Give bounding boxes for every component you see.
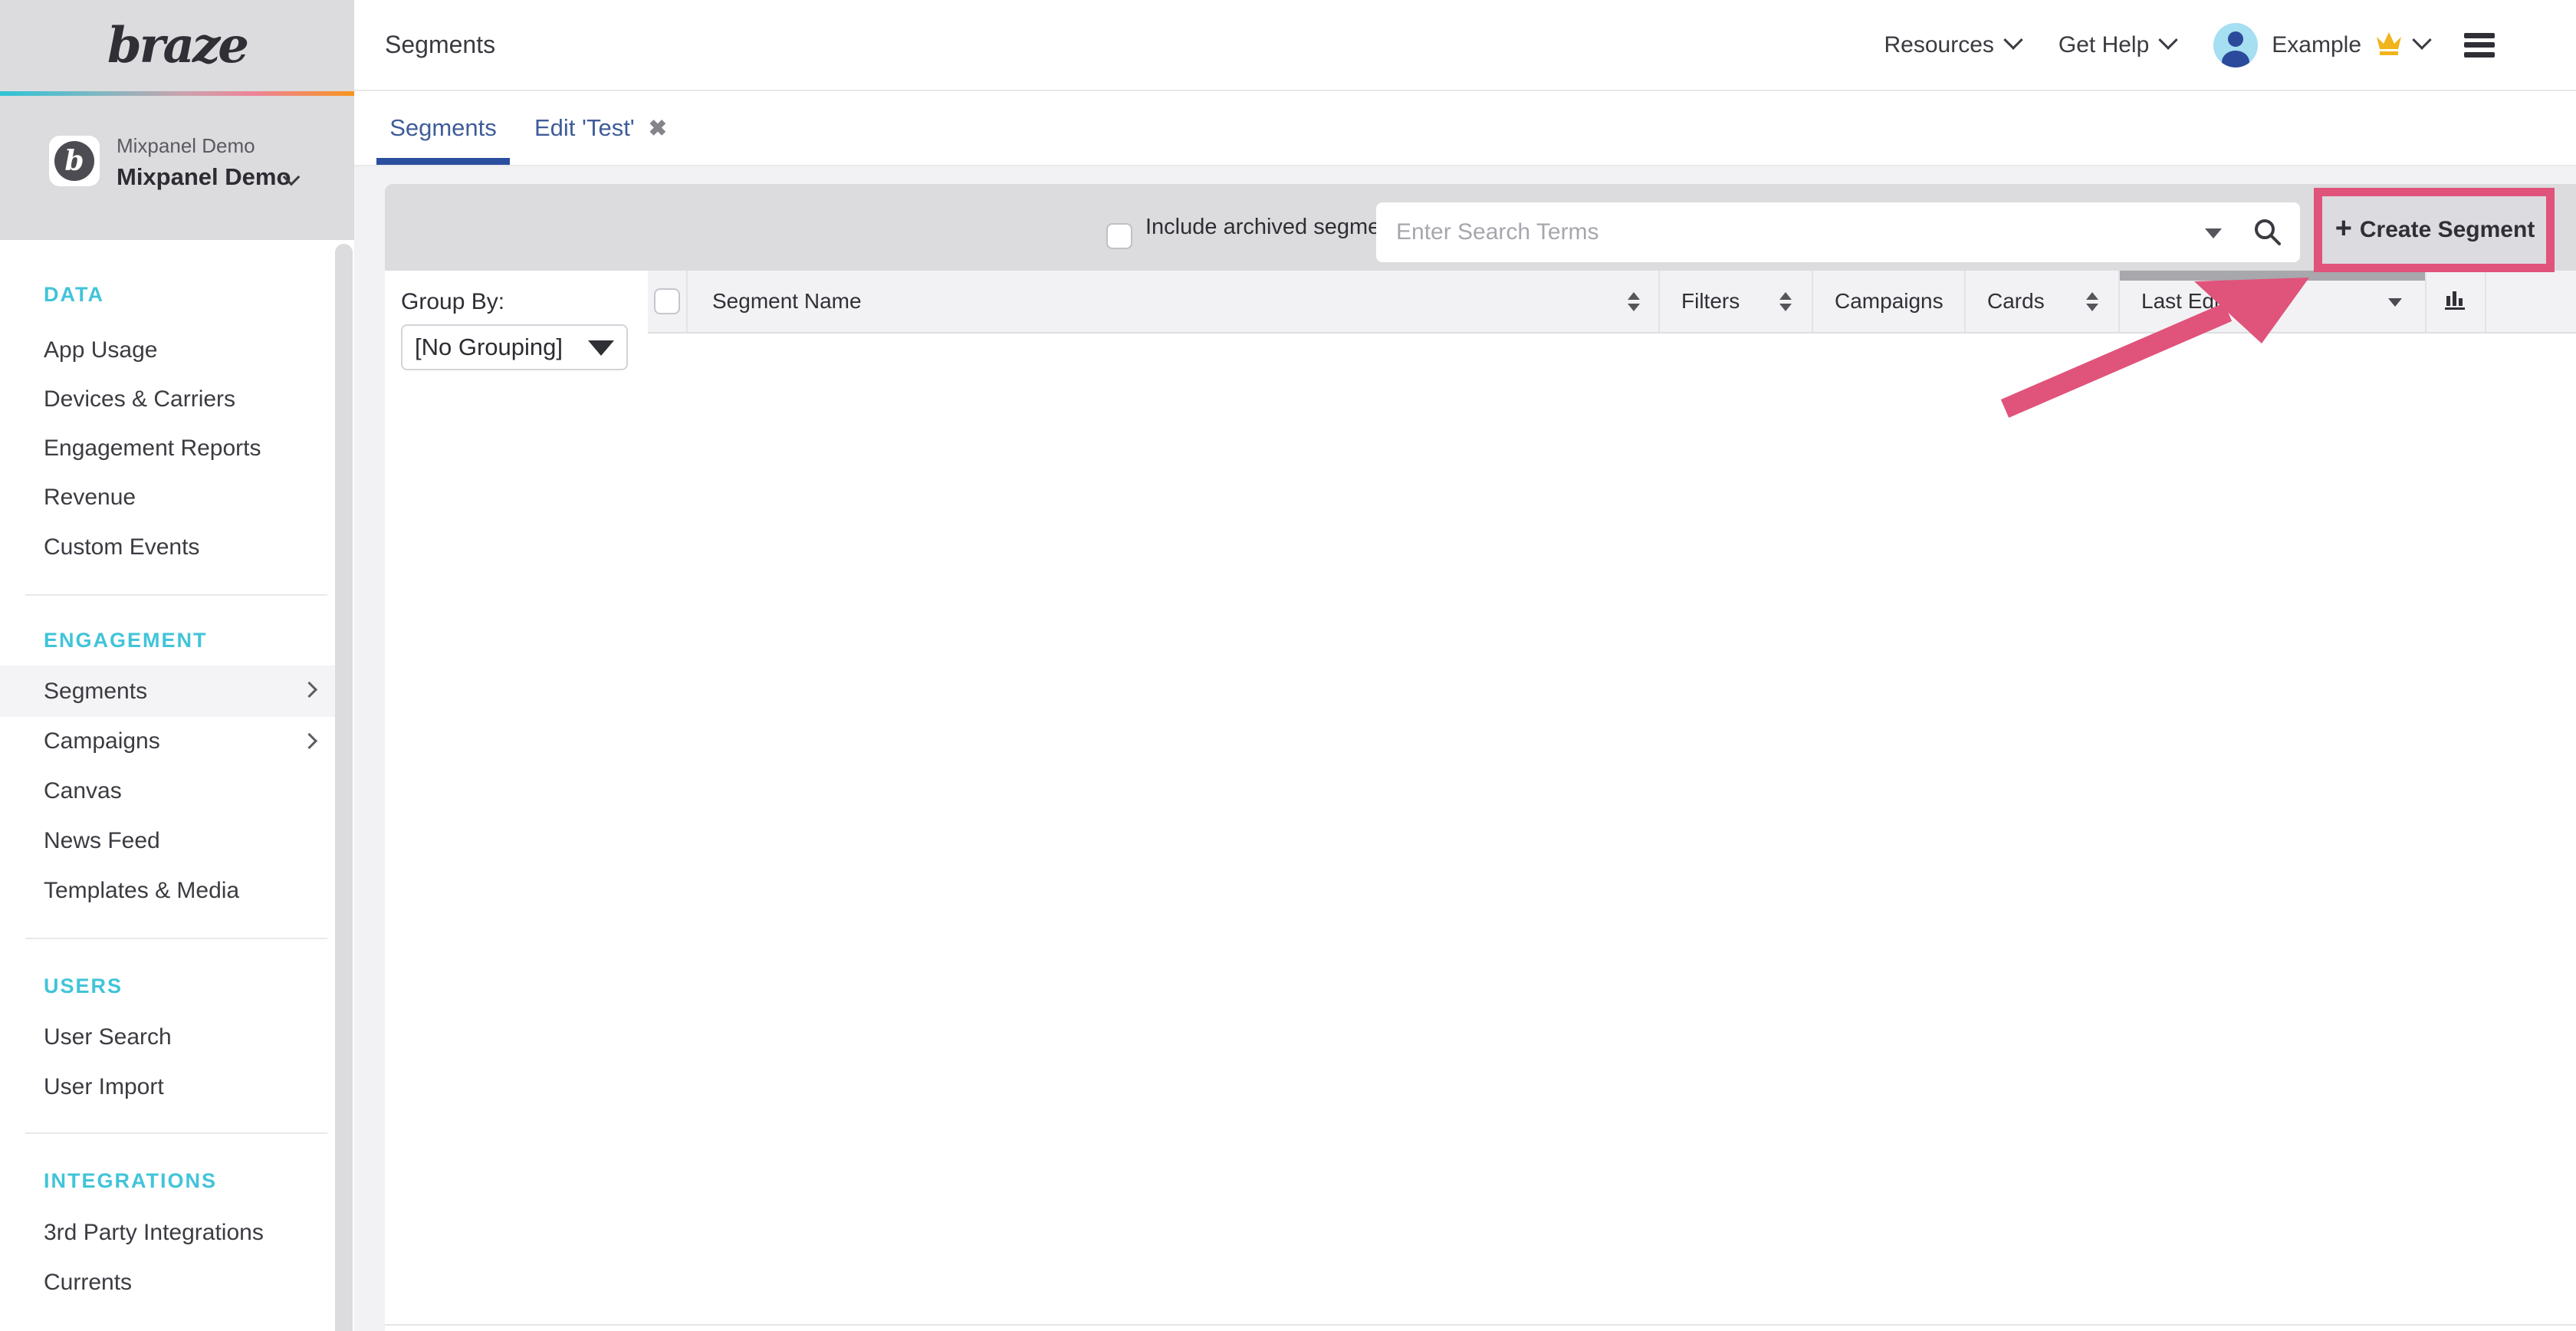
- table-bottom-border: [385, 1324, 2576, 1326]
- sidebar-section-users: USERS: [44, 974, 123, 998]
- tab-label: Edit 'Test': [534, 114, 635, 141]
- workspace-badge-letter: b: [64, 145, 84, 177]
- workspace-switcher[interactable]: b Mixpanel Demo Mixpanel Demo: [0, 96, 354, 240]
- column-header-filters[interactable]: Filters: [1660, 271, 1813, 332]
- search-icon[interactable]: [2251, 215, 2285, 253]
- column-header-empty: [2486, 271, 2576, 332]
- sidebar-item-revenue[interactable]: Revenue: [0, 473, 335, 522]
- tab-edit-test[interactable]: Edit 'Test' ✖: [534, 91, 667, 165]
- search-field-wrap: [1376, 202, 2300, 262]
- select-all-checkbox[interactable]: [654, 288, 680, 314]
- chevron-down-icon[interactable]: [2412, 30, 2431, 49]
- plus-icon: +: [2335, 212, 2352, 245]
- header-right-nav: Resources Get Help Example: [1884, 0, 2495, 90]
- active-tab-underline: [376, 158, 510, 165]
- sidebar-item-3rd-party-integrations[interactable]: 3rd Party Integrations: [0, 1208, 335, 1257]
- sidebar-divider: [25, 938, 327, 939]
- sort-icon[interactable]: [1779, 292, 1792, 311]
- sidebar-section-integrations: INTEGRATIONS: [44, 1169, 217, 1193]
- sidebar-section-engagement: ENGAGEMENT: [44, 629, 208, 652]
- sidebar-scrollbar-thumb[interactable]: [335, 244, 353, 1331]
- tab-segments[interactable]: Segments: [376, 91, 510, 165]
- include-archived-checkbox[interactable]: [1106, 223, 1132, 249]
- sidebar-item-devices-carriers[interactable]: Devices & Carriers: [0, 375, 335, 424]
- sidebar-item-user-search[interactable]: User Search: [0, 1013, 335, 1062]
- chevron-down-icon: [2003, 30, 2022, 49]
- sidebar-item-campaigns[interactable]: Campaigns: [0, 717, 335, 766]
- sidebar: DATA App Usage Devices & Carriers Engage…: [0, 240, 335, 1331]
- chevron-right-icon: [301, 733, 317, 749]
- sort-icon[interactable]: [1628, 292, 1640, 311]
- sidebar-item-canvas[interactable]: Canvas: [0, 767, 335, 816]
- column-label: Campaigns: [1835, 289, 1944, 314]
- create-segment-label: Create Segment: [2360, 217, 2535, 243]
- include-archived-label: Include archived segments: [1145, 184, 1410, 271]
- braze-dashboard: Segments Resources Get Help Example: [0, 0, 2576, 1331]
- group-by-label: Group By:: [401, 289, 504, 315]
- create-segment-button[interactable]: + Create Segment: [2323, 197, 2547, 263]
- tabs-row: Segments Edit 'Test' ✖: [354, 91, 2576, 166]
- column-header-cards[interactable]: Cards: [1966, 271, 2120, 332]
- column-header-last-edited[interactable]: Last Edited: [2120, 271, 2426, 332]
- sort-icon[interactable]: [2086, 292, 2098, 311]
- column-header-segment-name[interactable]: Segment Name: [688, 271, 1660, 332]
- sidebar-item-label: Segments: [44, 679, 147, 704]
- page-title: Segments: [385, 0, 495, 90]
- hamburger-menu-icon[interactable]: [2464, 33, 2495, 58]
- search-input[interactable]: [1376, 202, 2300, 262]
- workspace-app-icon: b: [49, 136, 100, 186]
- workspace-company: Mixpanel Demo: [117, 134, 255, 158]
- group-by-panel: Group By: [No Grouping]: [385, 271, 649, 1331]
- workspace-name: Mixpanel Demo: [117, 163, 291, 191]
- bar-chart-icon: [2443, 286, 2469, 317]
- segments-table: Segment Name Filters Campaigns Cards Las…: [648, 271, 2576, 1331]
- column-label: Filters: [1681, 289, 1740, 314]
- get-help-menu[interactable]: Get Help: [2058, 32, 2175, 58]
- crown-icon: [2374, 30, 2404, 60]
- column-label: Segment Name: [712, 289, 862, 314]
- resources-menu[interactable]: Resources: [1884, 32, 2019, 58]
- sidebar-item-user-import[interactable]: User Import: [0, 1063, 335, 1112]
- resources-label: Resources: [1884, 32, 1993, 58]
- braze-logo: braze: [107, 17, 247, 74]
- select-all-cell: [648, 271, 688, 332]
- column-header-campaigns[interactable]: Campaigns: [1813, 271, 1966, 332]
- sidebar-item-custom-events[interactable]: Custom Events: [0, 523, 335, 572]
- close-icon[interactable]: ✖: [649, 117, 667, 141]
- tab-label: Segments: [389, 114, 497, 141]
- sidebar-item-currents[interactable]: Currents: [0, 1258, 335, 1307]
- sidebar-divider: [25, 1132, 327, 1134]
- get-help-label: Get Help: [2058, 32, 2149, 58]
- column-label: Cards: [1987, 289, 2045, 314]
- sidebar-item-app-usage[interactable]: App Usage: [0, 326, 335, 375]
- avatar-head-shape: [2228, 31, 2243, 47]
- top-header: Segments Resources Get Help Example: [354, 0, 2576, 91]
- sidebar-item-templates-media[interactable]: Templates & Media: [0, 866, 335, 915]
- group-by-value: [No Grouping]: [415, 326, 563, 369]
- user-name: Example: [2272, 32, 2361, 58]
- table-header-row: Segment Name Filters Campaigns Cards Las…: [648, 271, 2576, 334]
- column-label: Last Edited: [2141, 289, 2249, 314]
- select-caret-icon: [588, 340, 614, 356]
- chevron-down-icon: [2159, 30, 2178, 49]
- chevron-right-icon: [301, 682, 317, 698]
- search-dropdown-caret-icon[interactable]: [2205, 228, 2222, 238]
- sidebar-item-label: Campaigns: [44, 728, 160, 754]
- sidebar-item-news-feed[interactable]: News Feed: [0, 817, 335, 866]
- segments-toolbar: Include archived segments + Create Segme…: [385, 184, 2576, 271]
- group-by-select[interactable]: [No Grouping]: [401, 324, 628, 370]
- column-header-analytics[interactable]: [2426, 271, 2486, 332]
- brand-logo-block: braze: [0, 0, 354, 91]
- user-avatar[interactable]: [2213, 23, 2258, 67]
- sidebar-item-segments[interactable]: Segments: [0, 666, 335, 717]
- sidebar-section-data: DATA: [44, 283, 104, 307]
- sidebar-divider: [25, 594, 327, 596]
- sidebar-item-engagement-reports[interactable]: Engagement Reports: [0, 424, 335, 473]
- avatar-body-shape: [2222, 51, 2249, 67]
- active-sort-column-strip: [2120, 271, 2425, 281]
- column-dropdown-caret-icon[interactable]: [2388, 298, 2402, 307]
